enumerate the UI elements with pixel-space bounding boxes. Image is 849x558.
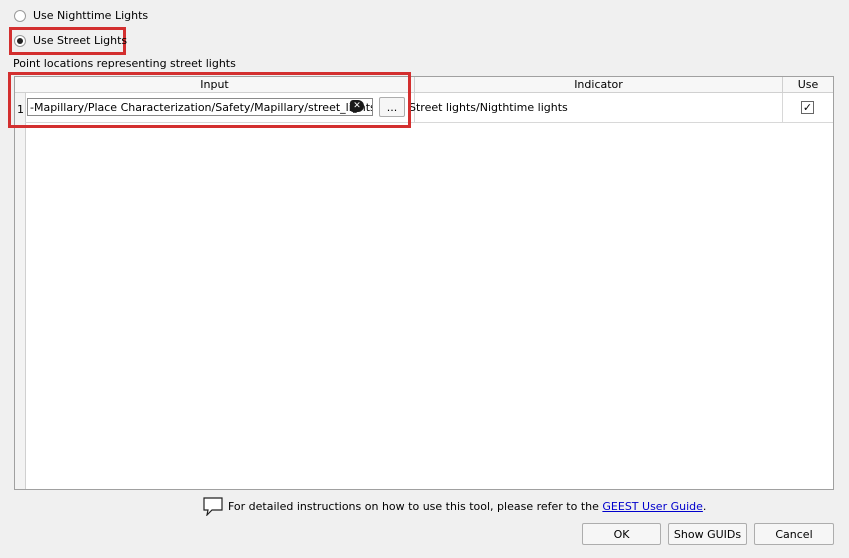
- cancel-button-label: Cancel: [775, 527, 813, 541]
- radio-nighttime-circle[interactable]: [14, 9, 26, 22]
- help-text-body: For detailed instructions on how to use …: [228, 500, 599, 513]
- input-row-highlight: [8, 72, 411, 128]
- radio-street-lights[interactable]: Use Street Lights: [14, 34, 127, 47]
- show-guids-button-label: Show GUIDs: [673, 527, 742, 541]
- description-label: Point locations representing street ligh…: [13, 57, 236, 70]
- radio-nighttime-lights[interactable]: Use Nighttime Lights: [14, 9, 148, 22]
- ok-button[interactable]: OK: [582, 523, 661, 545]
- radio-street-label: Use Street Lights: [33, 34, 128, 47]
- check-mark-icon: ✓: [802, 101, 813, 114]
- header-indicator-label: Indicator: [574, 78, 623, 91]
- use-checkbox[interactable]: ✓: [801, 101, 814, 114]
- indicator-text: Street lights/Nigthtime lights: [409, 101, 568, 114]
- geest-user-guide-link[interactable]: GEEST User Guide: [602, 500, 703, 513]
- radio-street-circle[interactable]: [14, 34, 26, 47]
- show-guids-button[interactable]: Show GUIDs: [668, 523, 747, 545]
- header-indicator: Indicator: [415, 77, 783, 93]
- radio-nighttime-label: Use Nighttime Lights: [33, 9, 149, 22]
- cancel-button[interactable]: Cancel: [754, 523, 834, 545]
- help-text: For detailed instructions on how to use …: [228, 500, 706, 513]
- row-number-column: [15, 93, 26, 489]
- header-use: Use: [783, 77, 833, 93]
- help-text-period: .: [702, 500, 707, 513]
- header-use-label: Use: [797, 78, 819, 91]
- speech-bubble-icon: [202, 496, 224, 519]
- ok-button-label: OK: [613, 527, 630, 541]
- inputs-table: Input Indicator Use 1 -Mapillary/Place C…: [14, 76, 834, 490]
